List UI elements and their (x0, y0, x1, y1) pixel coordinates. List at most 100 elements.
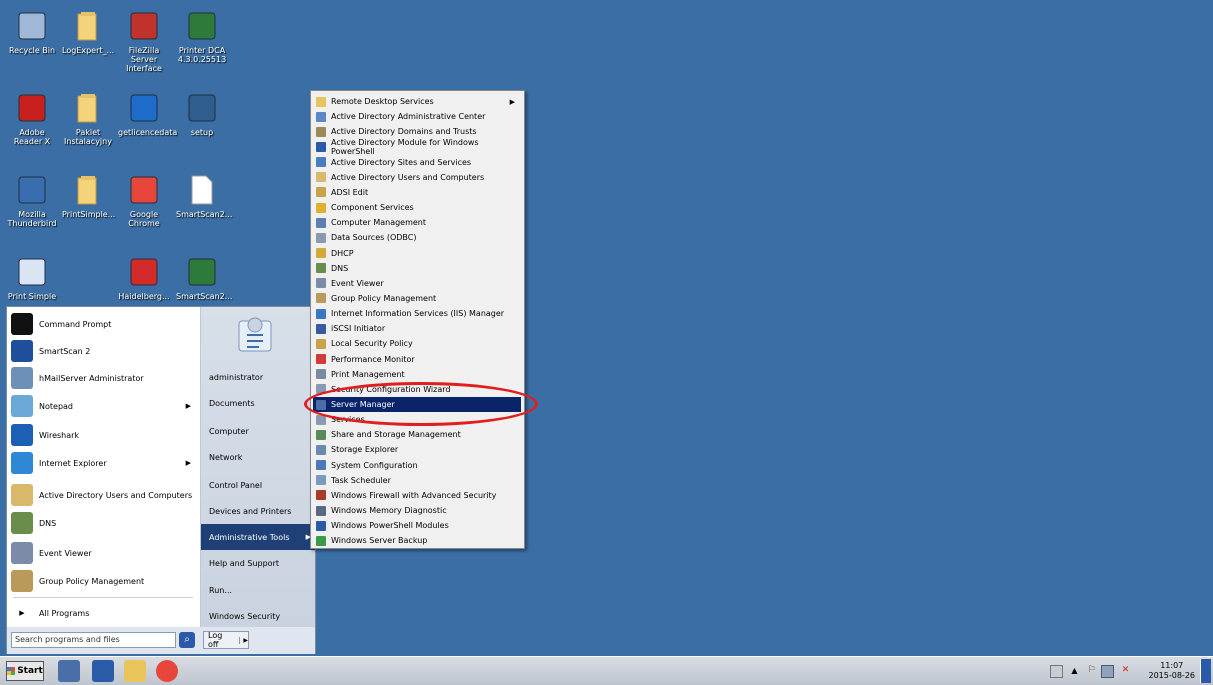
start-button[interactable]: Start (6, 661, 44, 681)
admin-tool-item[interactable]: Event Viewer (313, 276, 521, 291)
admin-tool-item[interactable]: Computer Management (313, 215, 521, 230)
all-programs-button[interactable]: ▶ All Programs (11, 600, 197, 626)
start-menu-place[interactable]: Help and Support (201, 550, 315, 576)
show-hidden-icons-icon[interactable]: ▲ (1069, 665, 1080, 676)
start-menu-program[interactable]: DNS (11, 510, 197, 536)
clock-time: 11:07 (1160, 661, 1184, 670)
show-desktop-button[interactable] (1200, 659, 1211, 683)
admin-tool-item[interactable]: Active Directory Administrative Center (313, 109, 521, 124)
filezilla-icon (128, 10, 160, 42)
admin-tool-item[interactable]: Local Security Policy (313, 336, 521, 351)
action-center-flag-icon[interactable]: ⚐ (1086, 665, 1097, 676)
admin-tool-item[interactable]: Windows Memory Diagnostic (313, 503, 521, 518)
start-menu-place[interactable]: Network (201, 444, 315, 470)
chrome-taskbar-icon[interactable] (156, 660, 178, 682)
desktop-icon-label: getlicencedata (118, 128, 178, 137)
admin-tool-item[interactable]: System Configuration (313, 458, 521, 473)
start-menu-place[interactable]: administrator (201, 364, 315, 390)
admin-tool-item[interactable]: Performance Monitor (313, 352, 521, 367)
desktop-icon[interactable]: getlicencedata (118, 92, 178, 137)
admin-tool-item[interactable]: ADSI Edit (313, 185, 521, 200)
start-menu-place[interactable]: Windows Security (201, 603, 315, 629)
start-menu-place[interactable]: Devices and Printers (201, 498, 315, 524)
cmd-icon (11, 313, 33, 335)
desktop-icon[interactable]: Adobe Reader X (6, 92, 58, 146)
desktop-icon[interactable]: Haidelberg... (118, 256, 170, 301)
volume-muted-icon[interactable]: ✕ (1120, 665, 1131, 676)
search-icon[interactable]: ⌕ (179, 632, 195, 648)
desktop-icon[interactable]: Pakiet Instalacyjny (62, 92, 114, 146)
admin-tool-label: Storage Explorer (331, 445, 399, 455)
start-menu-program[interactable]: Wireshark (11, 422, 197, 448)
admin-tool-item[interactable]: Internet Information Services (IIS) Mana… (313, 306, 521, 321)
search-input[interactable]: Search programs and files (11, 632, 176, 648)
start-menu-program[interactable]: Notepad ▶ (11, 393, 197, 419)
admin-tool-item[interactable]: Task Scheduler (313, 473, 521, 488)
admin-tool-label: Computer Management (331, 218, 427, 228)
start-menu-program[interactable]: hMailServer Administrator (11, 365, 197, 391)
admin-tool-item[interactable]: Print Management (313, 367, 521, 382)
start-menu-program[interactable]: SmartScan 2 (11, 338, 197, 364)
desktop-icon[interactable]: setup (176, 92, 228, 137)
system-clock[interactable]: 11:07 2015-08-26 (1149, 661, 1196, 681)
admin-tool-item[interactable]: Group Policy Management (313, 291, 521, 306)
admin-tool-item[interactable]: Windows Firewall with Advanced Security (313, 488, 521, 503)
admin-tool-icon (316, 535, 326, 546)
start-menu-place[interactable]: Documents (201, 390, 315, 416)
admin-tool-item[interactable]: Windows PowerShell Modules (313, 518, 521, 533)
admin-tool-item[interactable]: Active Directory Module for Windows Powe… (313, 138, 521, 156)
admin-tool-item[interactable]: DHCP (313, 246, 521, 261)
start-menu-bottom: Search programs and files ⌕ Log off ▶ (7, 627, 315, 654)
start-menu-program[interactable]: Group Policy Management (11, 568, 197, 594)
log-off-label: Log off (208, 631, 223, 649)
admin-tool-item[interactable]: DNS (313, 261, 521, 276)
admin-tool-item[interactable]: Storage Explorer (313, 442, 521, 457)
setup-icon (186, 92, 218, 124)
ie-icon (11, 452, 33, 474)
start-menu-program[interactable]: Active Directory Users and Computers (11, 482, 197, 508)
desktop-icon[interactable]: SmartScan2... (176, 174, 232, 219)
admin-tool-item[interactable]: Active Directory Users and Computers (313, 170, 521, 185)
start-menu-program[interactable]: Event Viewer (11, 540, 197, 566)
log-off-arrow-icon[interactable]: ▶ (239, 636, 248, 644)
program-label: Command Prompt (39, 319, 112, 329)
recycle-bin-icon (16, 10, 48, 42)
desktop-icon-label: Haidelberg... (118, 292, 170, 301)
log-off-button[interactable]: Log off ▶ (203, 631, 249, 649)
admin-tool-item[interactable]: Active Directory Sites and Services (313, 155, 521, 170)
desktop-icon[interactable]: SmartScan2... (176, 256, 232, 301)
start-menu-program[interactable]: Command Prompt (11, 311, 197, 337)
admin-tool-item[interactable]: Data Sources (ODBC) (313, 230, 521, 245)
keyboard-tray-icon[interactable] (1050, 665, 1063, 678)
start-menu-program[interactable]: Internet Explorer ▶ (11, 450, 197, 476)
start-menu-place[interactable]: Administrative Tools ▶ (201, 524, 315, 550)
admin-tool-label: Data Sources (ODBC) (331, 233, 417, 243)
desktop-icon[interactable]: FileZilla Server Interface (118, 10, 170, 73)
desktop-icon[interactable]: Printer DCA 4.3.0.25513 (176, 10, 228, 64)
desktop-icon[interactable]: Print Simple (6, 256, 58, 301)
admin-tool-icon (316, 202, 326, 213)
network-icon[interactable] (1101, 665, 1114, 678)
taskbar: Start ▲ ⚐ ✕ 11:07 2015-08-26 (0, 656, 1213, 685)
desktop-icon[interactable]: Mozilla Thunderbird (6, 174, 58, 228)
desktop-icon[interactable]: Google Chrome (118, 174, 170, 228)
admin-tool-item[interactable]: Windows Server Backup (313, 533, 521, 548)
admin-tool-item[interactable]: Component Services (313, 200, 521, 215)
place-label: Run... (209, 585, 232, 595)
admin-tool-item[interactable]: Remote Desktop Services ▶ (313, 94, 521, 109)
start-menu-place[interactable]: Run... (201, 577, 315, 603)
powershell-taskbar-icon[interactable] (92, 660, 114, 682)
desktop-icon[interactable]: LogExpert_... (62, 10, 114, 55)
admin-tool-item[interactable]: iSCSI Initiator (313, 321, 521, 336)
start-menu-place[interactable]: Control Panel (201, 472, 315, 498)
server-manager-taskbar-icon[interactable] (58, 660, 80, 682)
desktop-icon[interactable]: Recycle Bin (6, 10, 58, 55)
admin-tool-label: Local Security Policy (331, 339, 413, 349)
desktop-icon[interactable]: PrintSimple... (62, 174, 115, 219)
admin-tool-item[interactable]: Share and Storage Management (313, 427, 521, 442)
butterfly-icon (128, 92, 160, 124)
explorer-taskbar-icon[interactable] (124, 660, 146, 682)
program-label: SmartScan 2 (39, 346, 91, 356)
place-label: Help and Support (209, 558, 279, 568)
start-menu-place[interactable]: Computer (201, 418, 315, 444)
